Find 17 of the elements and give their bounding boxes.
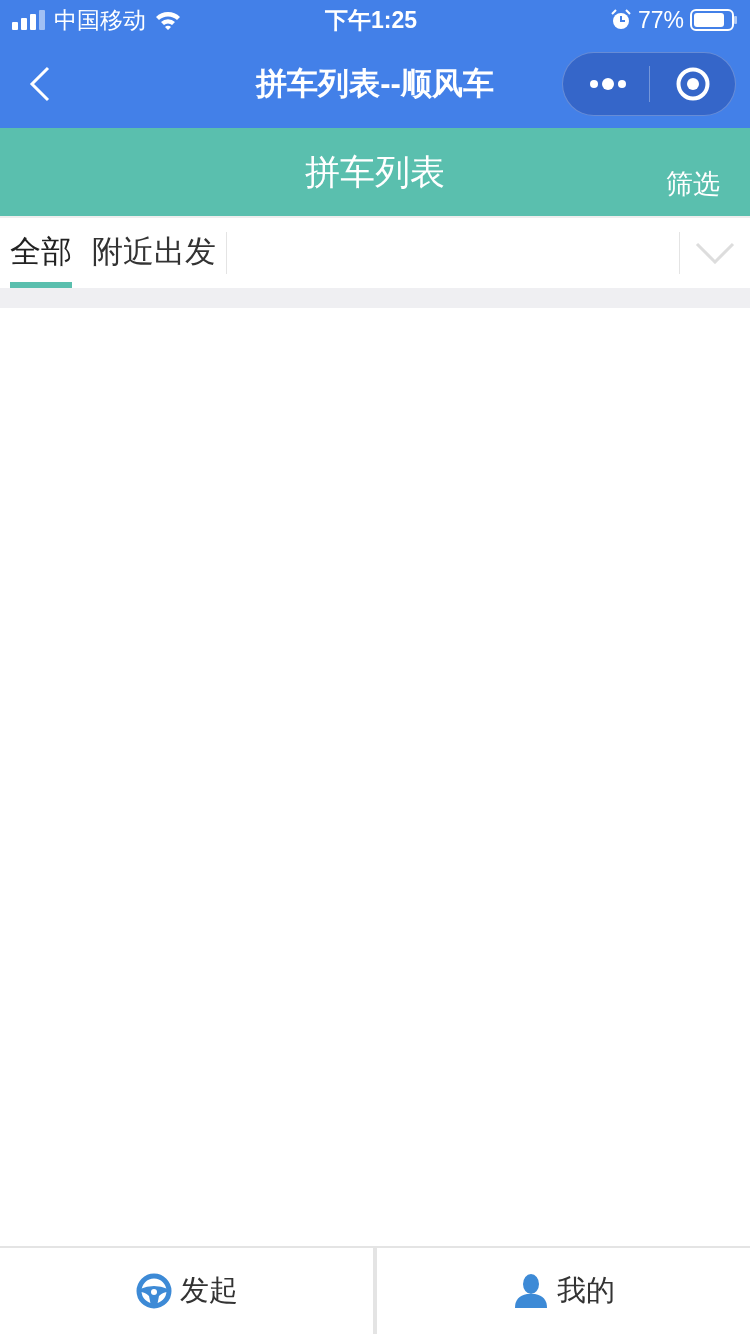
tab-bar-item[interactable]: 发起 (0, 1248, 373, 1334)
filter-tab[interactable]: 附近出发 (92, 218, 216, 288)
steering-wheel-icon (135, 1273, 172, 1309)
wifi-icon (154, 10, 182, 30)
more-icon[interactable] (589, 78, 627, 90)
tab-bar-item[interactable]: 我的 (377, 1248, 750, 1334)
battery-icon (690, 9, 738, 31)
status-time: 下午1:25 (325, 5, 418, 35)
header-title: 拼车列表 (305, 150, 445, 193)
back-icon (29, 66, 51, 102)
chevron-down-icon (695, 242, 735, 264)
person-icon (512, 1273, 549, 1309)
battery-percent: 77% (637, 5, 684, 35)
alarm-icon (609, 9, 632, 31)
signal-icon (12, 10, 46, 30)
carrier-name: 中国移动 (54, 5, 146, 35)
page-title: 拼车列表--顺风车 (256, 64, 494, 103)
